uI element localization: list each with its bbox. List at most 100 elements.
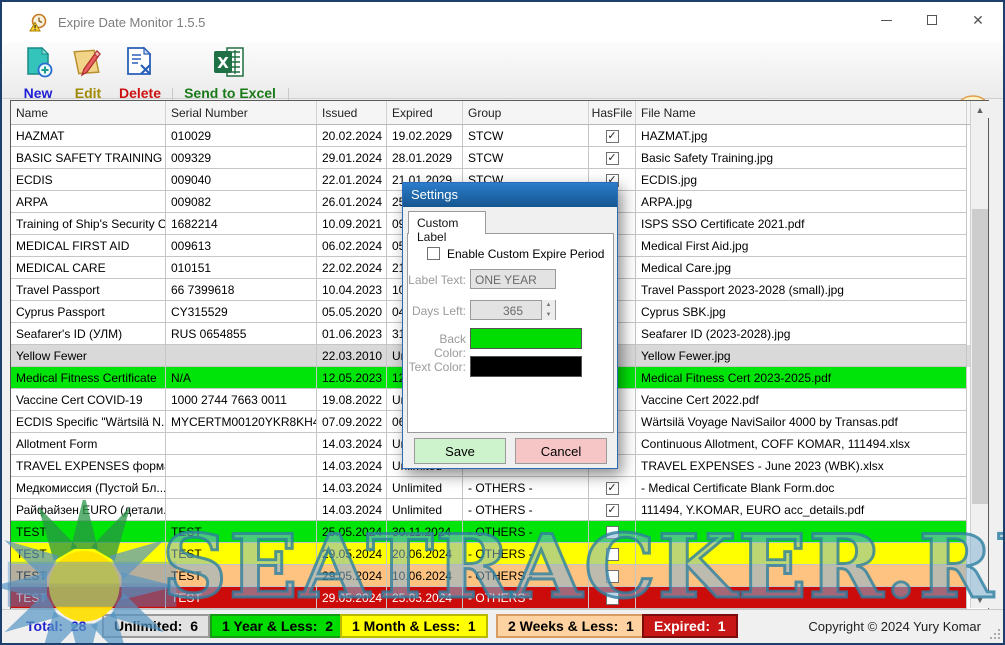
settings-dialog-titlebar[interactable]: Settings (403, 183, 617, 207)
cell-expired: 10.06.2024 (387, 565, 463, 587)
cell-issued: 22.02.2024 (317, 257, 387, 279)
table-row[interactable]: TESTTEST29.05.202425.05.2024- OTHERS - (11, 587, 988, 609)
stepper-up-icon[interactable]: ▲ (542, 300, 555, 310)
hasfile-checkbox-unchecked[interactable] (606, 526, 619, 539)
back-color-swatch[interactable] (470, 328, 582, 349)
table-row[interactable]: HAZMAT01002920.02.202419.02.2029STCW✓HAZ… (11, 125, 988, 147)
send-to-excel-label: Send to Excel (177, 85, 283, 101)
enable-custom-expire-checkbox[interactable]: Enable Custom Expire Period (427, 245, 604, 263)
cell-name: ECDIS (11, 169, 166, 191)
checkbox-box[interactable] (427, 247, 440, 260)
scroll-up-icon[interactable]: ▲ (971, 101, 989, 118)
cell-hasfile (589, 587, 636, 609)
label-text-input[interactable]: ONE YEAR (470, 269, 556, 289)
column-header-name[interactable]: Name (11, 101, 166, 124)
cell-filename: Medical First Aid.jpg (636, 235, 967, 257)
statusbar: Total: 28 Unlimited: 6 1 Year & Less: 2 … (2, 609, 1003, 643)
cell-filename: Cyprus SBK.jpg (636, 301, 967, 323)
cell-issued: 01.06.2023 (317, 323, 387, 345)
scrollbar-thumb[interactable] (972, 209, 988, 504)
cell-name: BASIC SAFETY TRAINING (11, 147, 166, 169)
hasfile-checkbox-checked[interactable]: ✓ (606, 504, 619, 517)
hasfile-checkbox-unchecked[interactable] (606, 592, 619, 605)
table-row[interactable]: TESTTEST29.05.202410.06.2024- OTHERS - (11, 565, 988, 587)
days-left-value: 365 (503, 304, 523, 318)
new-button[interactable]: New (14, 45, 62, 101)
column-header-hasfile[interactable]: HasFile (589, 101, 636, 124)
minimize-button[interactable] (863, 2, 909, 38)
hasfile-checkbox-unchecked[interactable] (606, 548, 619, 561)
table-row[interactable]: Медкомиссия (Пустой Бл...14.03.2024Unlim… (11, 477, 988, 499)
cell-filename (636, 587, 967, 609)
text-color-swatch[interactable] (470, 356, 582, 377)
label-text-label: Label Text: (407, 273, 466, 287)
column-header-group[interactable]: Group (463, 101, 589, 124)
cell-serial: CY315529 (166, 301, 317, 323)
days-left-stepper[interactable]: 365 ▲▼ (470, 300, 556, 320)
days-left-label: Days Left: (407, 304, 466, 318)
hasfile-checkbox-checked[interactable]: ✓ (606, 482, 619, 495)
cell-name: MEDICAL FIRST AID (11, 235, 166, 257)
cell-issued: 29.05.2024 (317, 587, 387, 609)
svg-text:X: X (217, 54, 229, 72)
cell-serial: TEST (166, 587, 317, 609)
cell-issued: 29.05.2024 (317, 543, 387, 565)
cell-filename: Yellow Fewer.jpg (636, 345, 967, 367)
cell-filename: Seafarer ID (2023-2028).jpg (636, 323, 967, 345)
cell-issued: 25.05.2024 (317, 521, 387, 543)
column-header-serial[interactable]: Serial Number (166, 101, 317, 124)
cell-name: ECDIS Specific "Wärtsilä N... (11, 411, 166, 433)
cell-serial: RUS 0654855 (166, 323, 317, 345)
cell-issued: 06.02.2024 (317, 235, 387, 257)
cell-hasfile: ✓ (589, 147, 636, 169)
cell-serial: N/A (166, 367, 317, 389)
cell-hasfile (589, 543, 636, 565)
cell-filename: - Medical Certificate Blank Form.doc (636, 477, 967, 499)
table-row[interactable]: TESTTEST25.05.202430.11.2024- OTHERS - (11, 521, 988, 543)
edit-button[interactable]: Edit (64, 45, 112, 101)
column-header-expired[interactable]: Expired (387, 101, 463, 124)
stepper-down-icon[interactable]: ▼ (542, 310, 555, 320)
resize-grip[interactable] (990, 629, 1000, 639)
column-header-issued[interactable]: Issued (317, 101, 387, 124)
table-row[interactable]: Райфайзен EURO (детали...14.03.2024Unlim… (11, 499, 988, 521)
cell-name: Yellow Fewer (11, 345, 166, 367)
cell-serial (166, 345, 317, 367)
cell-name: Travel Passport (11, 279, 166, 301)
hasfile-checkbox-unchecked[interactable] (606, 570, 619, 583)
maximize-button[interactable] (909, 2, 955, 38)
cell-name: HAZMAT (11, 125, 166, 147)
delete-button[interactable]: Delete (112, 45, 168, 101)
unlimited-count-badge: Unlimited: 6 (102, 614, 210, 638)
scroll-down-icon[interactable]: ▼ (971, 591, 989, 608)
table-row[interactable]: BASIC SAFETY TRAINING00932929.01.202428.… (11, 147, 988, 169)
send-to-excel-button[interactable]: X Send to Excel (177, 45, 283, 101)
cell-serial: 1000 2744 7663 0011 (166, 389, 317, 411)
column-header-filename[interactable]: File Name (636, 101, 967, 124)
hasfile-checkbox-checked[interactable]: ✓ (606, 130, 619, 143)
cell-issued: 26.01.2024 (317, 191, 387, 213)
table-row[interactable]: TESTTEST29.05.202420.06.2024- OTHERS - (11, 543, 988, 565)
cell-name: Medical Fitness Certificate (11, 367, 166, 389)
toolbar: New Edit Delete (2, 42, 1003, 99)
save-button[interactable]: Save (414, 438, 506, 464)
close-button[interactable]: ✕ (955, 2, 1001, 38)
cell-expired: Unlimited (387, 499, 463, 521)
table-header-row: Name Serial Number Issued Expired Group … (11, 101, 988, 125)
vertical-scrollbar[interactable]: ▲ ▼ (970, 101, 988, 608)
tab-custom-label[interactable]: Custom Label (408, 211, 486, 234)
cancel-button[interactable]: Cancel (515, 438, 607, 464)
cell-name: Training of Ship's Security O... (11, 213, 166, 235)
cell-filename: Wärtsilä Voyage NaviSailor 4000 by Trans… (636, 411, 967, 433)
cell-hasfile: ✓ (589, 499, 636, 521)
cell-filename (636, 521, 967, 543)
text-color-label: Text Color: (407, 360, 466, 374)
cell-filename: Medical Fitness Cert 2023-2025.pdf (636, 367, 967, 389)
cell-filename: Basic Safety Training.jpg (636, 147, 967, 169)
cell-issued: 14.03.2024 (317, 499, 387, 521)
stepper-arrows[interactable]: ▲▼ (541, 300, 555, 320)
hasfile-checkbox-checked[interactable]: ✓ (606, 152, 619, 165)
cell-name: TEST (11, 587, 166, 609)
cell-name: Allotment Form (11, 433, 166, 455)
delete-document-icon (122, 66, 158, 83)
